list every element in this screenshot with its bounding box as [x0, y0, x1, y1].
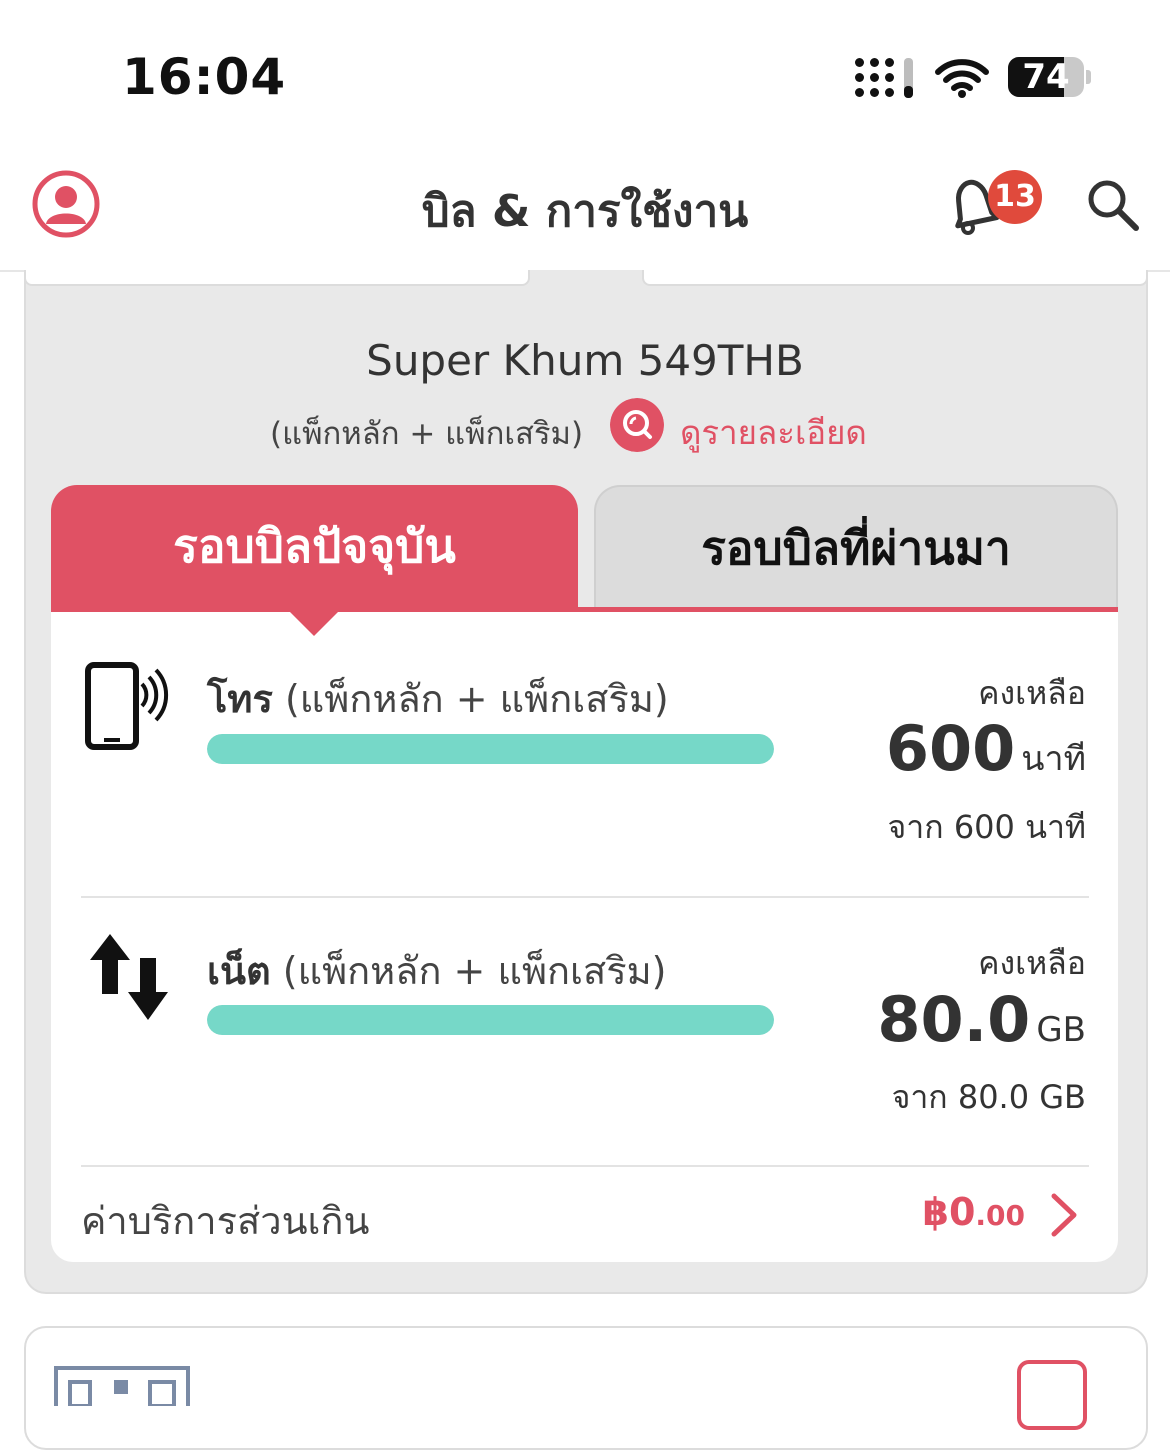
data-transfer-icon: [90, 934, 168, 1020]
tab-past-cycle[interactable]: รอบบิลที่ผ่านมา: [594, 485, 1118, 607]
data-progress-bar: [207, 1005, 774, 1035]
package-subtitle: (แพ็กหลัก + แพ็กเสริม): [270, 416, 584, 452]
upper-tab-edge-right: [642, 270, 1148, 286]
data-progress-fill: [207, 1005, 774, 1035]
cellular-signal-icon: [855, 58, 915, 98]
notification-badge: 13: [988, 170, 1042, 224]
data-remaining-value: 80.0 GB: [877, 983, 1086, 1056]
battery-percent: 74: [1022, 57, 1070, 97]
call-usage-label: โทร (แพ็กหลัก + แพ็กเสริม): [207, 668, 669, 729]
wifi-icon: [935, 59, 989, 98]
call-remaining-number: 600: [885, 712, 1016, 785]
tab-current-cycle[interactable]: รอบบิลปัจจุบัน: [51, 485, 578, 611]
view-details-link[interactable]: ดูรายละเอียด: [680, 406, 867, 459]
data-title: เน็ต: [207, 949, 271, 993]
battery-indicator: 74: [1008, 57, 1084, 97]
battery-tip: [1086, 70, 1091, 84]
call-title: โทร: [207, 677, 273, 721]
call-total: จาก 600 นาที: [887, 808, 1086, 846]
package-name: Super Khum 549THB: [366, 336, 804, 385]
data-subtitle: (แพ็กหลัก + แพ็กเสริม): [282, 949, 667, 993]
currency-symbol: ฿: [922, 1190, 949, 1234]
search-icon[interactable]: [1086, 178, 1140, 232]
data-total: จาก 80.0 GB: [891, 1078, 1086, 1116]
data-remaining-unit: GB: [1036, 1010, 1086, 1050]
qr-code-icon: [54, 1366, 190, 1406]
data-remaining-label: คงเหลือ: [978, 944, 1086, 982]
overage-cents: .00: [975, 1199, 1025, 1232]
divider: [81, 896, 1089, 898]
data-remaining-number: 80.0: [877, 983, 1031, 1056]
chevron-right-icon[interactable]: [1048, 1192, 1080, 1238]
overage-label: ค่าบริการส่วนเกิน: [81, 1199, 370, 1243]
call-remaining-value: 600 นาที: [886, 712, 1086, 785]
call-subtitle: (แพ็กหลัก + แพ็กเสริม): [284, 677, 669, 721]
magnifier-icon[interactable]: [610, 398, 664, 452]
divider: [81, 1165, 1089, 1167]
call-remaining-unit: นาที: [1021, 739, 1086, 779]
overage-value: 0: [948, 1190, 976, 1234]
active-tab-pointer: [290, 612, 338, 636]
data-usage-label: เน็ต (แพ็กหลัก + แพ็กเสริม): [207, 940, 666, 1001]
payment-card[interactable]: [24, 1326, 1148, 1450]
app-header: บิล & การใช้งาน 13: [0, 150, 1170, 272]
checkbox[interactable]: [1017, 1360, 1087, 1430]
call-progress-bar: [207, 734, 774, 764]
upper-tab-edge-left: [24, 270, 530, 286]
call-progress-fill: [207, 734, 774, 764]
phone-call-icon: [85, 662, 169, 750]
status-time: 16:04: [122, 48, 287, 106]
overage-amount[interactable]: ฿0.00: [922, 1190, 1025, 1234]
